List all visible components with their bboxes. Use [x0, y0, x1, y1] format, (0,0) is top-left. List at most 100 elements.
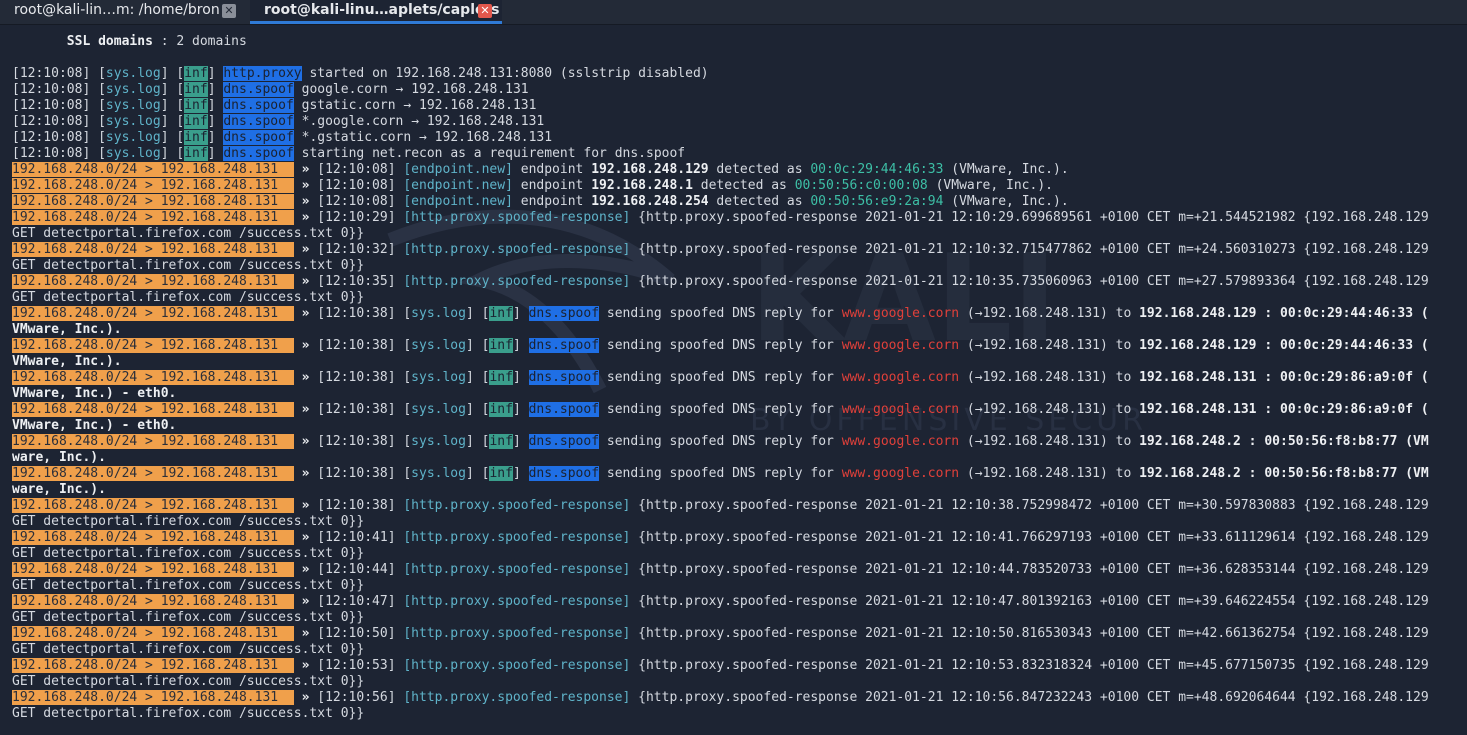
- log-line: [12:10:08] [sys.log] [inf] http.proxy st…: [12, 66, 1462, 82]
- ssl-domains-line: SSL domains : 2 domains: [12, 34, 1462, 50]
- module-badge: dns.spoof: [528, 370, 600, 385]
- source-tag: sys.log: [411, 370, 466, 385]
- timestamp: [12:10:38]: [317, 338, 404, 353]
- detected-text: detected as: [708, 162, 811, 177]
- endpoint-text: endpoint: [512, 178, 592, 193]
- proxy-line: 192.168.248.0/24 > 192.168.248.131 » [12…: [12, 690, 1462, 706]
- module-badge: dns.spoof: [223, 146, 294, 161]
- timestamp: [12:10:08]: [12, 130, 99, 145]
- prompt-arrow: »: [293, 466, 318, 481]
- ssl-domains-key: SSL domains: [66, 34, 153, 49]
- prompt-arrow: »: [293, 530, 318, 545]
- target-host: 192.168.248.2 : 00:50:56:f8:b8:77 (VM: [1139, 434, 1429, 449]
- bracket-close: ] [: [160, 114, 185, 129]
- prompt-arrow: »: [293, 498, 318, 513]
- proxy-message: {http.proxy.spoofed-response 2021-01-21 …: [630, 626, 1429, 641]
- tab-home-bron[interactable]: root@kali-lin…m: /home/bron ✕: [0, 0, 248, 24]
- spoofed-host: www.google.corn: [841, 402, 960, 417]
- level-badge: inf: [489, 370, 513, 385]
- log-message: *.gstatic.corn → 192.168.248.131: [293, 130, 553, 145]
- vendor-text: (VMware, Inc.).: [943, 194, 1069, 209]
- prompt-arrow: »: [293, 306, 318, 321]
- request-text: GET detectportal.firefox.com /success.tx…: [12, 226, 365, 241]
- prompt-arrow: »: [293, 274, 318, 289]
- redirect-text: (→192.168.248.131) to: [959, 370, 1140, 385]
- endpoint-ip: 192.168.248.129: [591, 162, 709, 177]
- bracket-open: [: [403, 434, 412, 449]
- request-text: GET detectportal.firefox.com /success.tx…: [12, 546, 365, 561]
- event-tag: [endpoint.new]: [403, 178, 513, 193]
- event-tag: [http.proxy.spoofed-response]: [403, 562, 631, 577]
- subnet-prompt: 192.168.248.0/24 > 192.168.248.131: [12, 162, 294, 177]
- request-text: GET detectportal.firefox.com /success.tx…: [12, 706, 365, 721]
- module-badge: dns.spoof: [528, 466, 600, 481]
- terminal-output[interactable]: SSL domains : 2 domains [12:10:08] [sys.l…: [12, 34, 1462, 722]
- timestamp: [12:10:41]: [317, 530, 404, 545]
- proxy-wrap-line: GET detectportal.firefox.com /success.tx…: [12, 706, 1462, 722]
- request-text: GET detectportal.firefox.com /success.tx…: [12, 290, 365, 305]
- proxy-line: 192.168.248.0/24 > 192.168.248.131 » [12…: [12, 658, 1462, 674]
- timestamp: [12:10:08]: [12, 66, 99, 81]
- dns-text: sending spoofed DNS reply for: [599, 434, 842, 449]
- bracket-close: ] [: [160, 146, 185, 161]
- source-tag: sys.log: [105, 146, 161, 161]
- bracket-close: ]: [207, 130, 224, 145]
- dns-spoof-line: 192.168.248.0/24 > 192.168.248.131 » [12…: [12, 402, 1462, 418]
- subnet-prompt: 192.168.248.0/24 > 192.168.248.131: [12, 466, 294, 481]
- proxy-wrap-line: GET detectportal.firefox.com /success.tx…: [12, 674, 1462, 690]
- vendor-text: (VMware, Inc.).: [927, 178, 1053, 193]
- prompt-arrow: »: [293, 690, 318, 705]
- request-text: GET detectportal.firefox.com /success.tx…: [12, 674, 365, 689]
- dns-text: sending spoofed DNS reply for: [599, 466, 842, 481]
- proxy-message: {http.proxy.spoofed-response 2021-01-21 …: [630, 594, 1429, 609]
- source-tag: sys.log: [411, 466, 466, 481]
- level-badge: inf: [184, 98, 208, 113]
- dns-spoof-line: 192.168.248.0/24 > 192.168.248.131 » [12…: [12, 434, 1462, 450]
- bracket-close: ] [: [160, 98, 185, 113]
- proxy-wrap-line: GET detectportal.firefox.com /success.tx…: [12, 514, 1462, 530]
- prompt-arrow: »: [293, 434, 318, 449]
- vendor-text: (VMware, Inc.).: [943, 162, 1069, 177]
- prompt-arrow: »: [293, 626, 318, 641]
- close-icon[interactable]: ✕: [478, 4, 492, 18]
- endpoint-ip: 192.168.248.1: [591, 178, 693, 193]
- source-tag: sys.log: [411, 402, 466, 417]
- prompt-arrow: »: [293, 594, 318, 609]
- endpoint-line: 192.168.248.0/24 > 192.168.248.131 » [12…: [12, 194, 1462, 210]
- source-tag: sys.log: [105, 82, 161, 97]
- bracket-close: ] [: [160, 66, 185, 81]
- request-text: GET detectportal.firefox.com /success.tx…: [12, 578, 365, 593]
- endpoint-text: endpoint: [512, 162, 592, 177]
- target-host: 192.168.248.129 : 00:0c:29:44:46:33 (: [1139, 306, 1429, 321]
- timestamp: [12:10:08]: [317, 162, 404, 177]
- log-message: google.corn → 192.168.248.131: [293, 82, 529, 97]
- dns-text: sending spoofed DNS reply for: [599, 370, 842, 385]
- spoofed-host: www.google.corn: [841, 434, 960, 449]
- bracket-close: ] [: [160, 130, 185, 145]
- tab-caplets[interactable]: root@kali-linu…aplets/caplets ✕: [250, 0, 502, 24]
- proxy-wrap-line: GET detectportal.firefox.com /success.tx…: [12, 226, 1462, 242]
- subnet-prompt: 192.168.248.0/24 > 192.168.248.131: [12, 306, 294, 321]
- subnet-prompt: 192.168.248.0/24 > 192.168.248.131: [12, 210, 294, 225]
- mac-address: 00:50:56:c0:00:08: [794, 178, 928, 193]
- level-badge: inf: [184, 114, 208, 129]
- proxy-wrap-line: GET detectportal.firefox.com /success.tx…: [12, 290, 1462, 306]
- timestamp: [12:10:50]: [317, 626, 404, 641]
- event-tag: [http.proxy.spoofed-response]: [403, 242, 631, 257]
- timestamp: [12:10:38]: [317, 370, 404, 385]
- timestamp: [12:10:38]: [317, 466, 404, 481]
- bracket-open: [: [403, 338, 412, 353]
- timestamp: [12:10:29]: [317, 210, 404, 225]
- bracket-close: ] [: [160, 82, 185, 97]
- timestamp: [12:10:08]: [317, 194, 404, 209]
- close-icon[interactable]: ✕: [222, 4, 236, 18]
- dns-spoof-line: 192.168.248.0/24 > 192.168.248.131 » [12…: [12, 338, 1462, 354]
- bracket-close: ]: [512, 338, 529, 353]
- dns-spoof-line: 192.168.248.0/24 > 192.168.248.131 » [12…: [12, 370, 1462, 386]
- dns-text: sending spoofed DNS reply for: [599, 402, 842, 417]
- timestamp: [12:10:38]: [317, 402, 404, 417]
- dns-spoof-line: 192.168.248.0/24 > 192.168.248.131 » [12…: [12, 466, 1462, 482]
- proxy-wrap-line: GET detectportal.firefox.com /success.tx…: [12, 546, 1462, 562]
- proxy-message: {http.proxy.spoofed-response 2021-01-21 …: [630, 690, 1429, 705]
- bracket-close: ]: [207, 66, 224, 81]
